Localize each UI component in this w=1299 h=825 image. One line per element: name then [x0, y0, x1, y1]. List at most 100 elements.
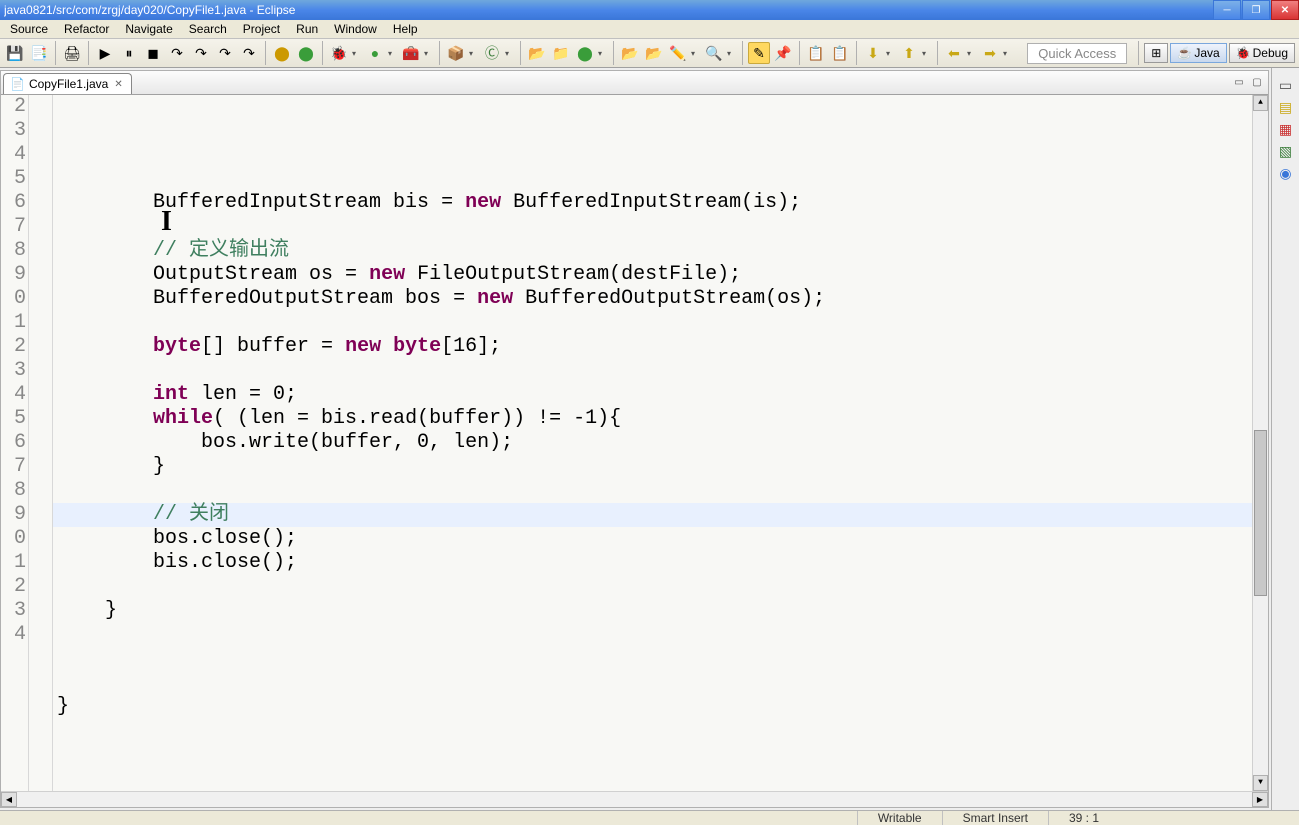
new-server-icon[interactable]: ⬤: [574, 42, 596, 64]
dropdown-icon[interactable]: ▾: [922, 49, 932, 58]
menu-window[interactable]: Window: [326, 20, 385, 38]
open-type-icon[interactable]: 📂: [526, 42, 548, 64]
code-line[interactable]: // 关闭: [57, 503, 1252, 527]
nav-back-icon[interactable]: ⬅: [943, 42, 965, 64]
debug-resume-icon[interactable]: ▶: [94, 42, 116, 64]
new-class-icon[interactable]: Ⓒ: [481, 42, 503, 64]
code-content[interactable]: BufferedInputStream bis = new BufferedIn…: [57, 191, 1252, 743]
minimize-view-icon[interactable]: ▭: [1232, 75, 1246, 89]
debug-pause-icon[interactable]: ⏸: [118, 42, 140, 64]
code-line[interactable]: while( (len = bis.read(buffer)) != -1){: [57, 407, 1252, 431]
java-perspective-button[interactable]: ☕ Java: [1170, 43, 1226, 63]
menu-navigate[interactable]: Navigate: [117, 20, 180, 38]
scroll-up-button[interactable]: ▲: [1253, 95, 1268, 111]
save-button[interactable]: 💾: [4, 42, 26, 64]
tasklist-view-icon[interactable]: ▦: [1279, 122, 1293, 136]
code-line[interactable]: }: [57, 455, 1252, 479]
pin-editor-icon[interactable]: 📌: [772, 42, 794, 64]
editor-tab-copyfile1[interactable]: 📄 CopyFile1.java ✕: [3, 73, 132, 94]
code-line[interactable]: [57, 623, 1252, 647]
task-icon[interactable]: 📋: [805, 42, 827, 64]
dropdown-icon[interactable]: ▾: [598, 49, 608, 58]
code-line[interactable]: bos.write(buffer, 0, len);: [57, 431, 1252, 455]
restore-view-icon[interactable]: ▭: [1279, 78, 1293, 92]
code-line[interactable]: // 定义输出流: [57, 239, 1252, 263]
open-resource-icon[interactable]: 📂: [643, 42, 665, 64]
outline-view-icon[interactable]: ▤: [1279, 100, 1293, 114]
dropdown-icon[interactable]: ▾: [424, 49, 434, 58]
annotations-icon[interactable]: ✏️: [667, 42, 689, 64]
toggle-breakpoint-icon[interactable]: ⬤: [295, 42, 317, 64]
code-line[interactable]: byte[] buffer = new byte[16];: [57, 335, 1252, 359]
code-line[interactable]: }: [57, 599, 1252, 623]
search-toolbar-icon[interactable]: 🔍: [703, 42, 725, 64]
new-package-icon[interactable]: 📦: [445, 42, 467, 64]
code-line[interactable]: [57, 479, 1252, 503]
nav-forward-icon[interactable]: ➡: [979, 42, 1001, 64]
dropdown-icon[interactable]: ▾: [886, 49, 896, 58]
scroll-thumb[interactable]: [1254, 430, 1267, 596]
code-line[interactable]: [57, 575, 1252, 599]
misc-view-icon[interactable]: ◉: [1279, 166, 1293, 180]
scroll-down-button[interactable]: ▼: [1253, 775, 1268, 791]
task-icon-2[interactable]: 📋: [829, 42, 851, 64]
open-folder-icon[interactable]: 📂: [619, 42, 641, 64]
minimize-button[interactable]: ─: [1213, 0, 1241, 20]
print-icon[interactable]: 🖨: [61, 42, 83, 64]
maximize-button[interactable]: ❐: [1242, 0, 1270, 20]
code-line[interactable]: OutputStream os = new FileOutputStream(d…: [57, 263, 1252, 287]
debug-stepout-icon[interactable]: ↷: [214, 42, 236, 64]
dropdown-icon[interactable]: ▾: [967, 49, 977, 58]
scroll-right-button[interactable]: ▶: [1252, 792, 1268, 807]
save-all-button[interactable]: 📑: [28, 42, 50, 64]
prev-annotation-icon[interactable]: ⬆: [898, 42, 920, 64]
debug-stepover-icon[interactable]: ↷: [190, 42, 212, 64]
new-project-icon[interactable]: 📁: [550, 42, 572, 64]
code-line[interactable]: [57, 311, 1252, 335]
code-line[interactable]: bos.close();: [57, 527, 1252, 551]
skip-breakpoints-icon[interactable]: ⬤: [271, 42, 293, 64]
code-line[interactable]: }: [57, 695, 1252, 719]
dropdown-icon[interactable]: ▾: [469, 49, 479, 58]
menu-source[interactable]: Source: [2, 20, 56, 38]
next-annotation-icon[interactable]: ⬇: [862, 42, 884, 64]
run-button[interactable]: ●: [364, 42, 386, 64]
debug-perspective-button[interactable]: 🐞 Debug: [1229, 43, 1295, 63]
external-tools-button[interactable]: 🧰: [400, 42, 422, 64]
menu-run[interactable]: Run: [288, 20, 326, 38]
open-perspective-button[interactable]: ⊞: [1144, 43, 1168, 63]
scroll-track[interactable]: [1253, 111, 1268, 775]
code-line[interactable]: BufferedInputStream bis = new BufferedIn…: [57, 191, 1252, 215]
code-line[interactable]: [57, 215, 1252, 239]
code-line[interactable]: BufferedOutputStream bos = new BufferedO…: [57, 287, 1252, 311]
dropdown-icon[interactable]: ▾: [691, 49, 701, 58]
quick-access-input[interactable]: Quick Access: [1027, 43, 1127, 64]
code-line[interactable]: bis.close();: [57, 551, 1252, 575]
horizontal-scrollbar[interactable]: ◀ ▶: [1, 791, 1268, 807]
hscroll-track[interactable]: [17, 792, 1252, 807]
menu-project[interactable]: Project: [235, 20, 288, 38]
menu-refactor[interactable]: Refactor: [56, 20, 117, 38]
vertical-scrollbar[interactable]: ▲ ▼: [1252, 95, 1268, 791]
marker-icon[interactable]: ✎: [748, 42, 770, 64]
debug-stepreturn-icon[interactable]: ↷: [238, 42, 260, 64]
maximize-view-icon[interactable]: ▢: [1250, 75, 1264, 89]
code-line[interactable]: [57, 647, 1252, 671]
menu-help[interactable]: Help: [385, 20, 426, 38]
code-line[interactable]: [57, 671, 1252, 695]
menu-search[interactable]: Search: [181, 20, 235, 38]
dropdown-icon[interactable]: ▾: [727, 49, 737, 58]
code-line[interactable]: [57, 719, 1252, 743]
code-line[interactable]: int len = 0;: [57, 383, 1252, 407]
close-tab-icon[interactable]: ✕: [112, 79, 124, 90]
dropdown-icon[interactable]: ▾: [352, 49, 362, 58]
dropdown-icon[interactable]: ▾: [1003, 49, 1013, 58]
dropdown-icon[interactable]: ▾: [505, 49, 515, 58]
code-editor[interactable]: 23456789012345678901234 I BufferedInputS…: [1, 95, 1268, 791]
close-window-button[interactable]: ✕: [1271, 0, 1299, 20]
debug-stop-icon[interactable]: ◼: [142, 42, 164, 64]
code-line[interactable]: [57, 359, 1252, 383]
debug-button[interactable]: 🐞: [328, 42, 350, 64]
dropdown-icon[interactable]: ▾: [388, 49, 398, 58]
scroll-left-button[interactable]: ◀: [1, 792, 17, 807]
